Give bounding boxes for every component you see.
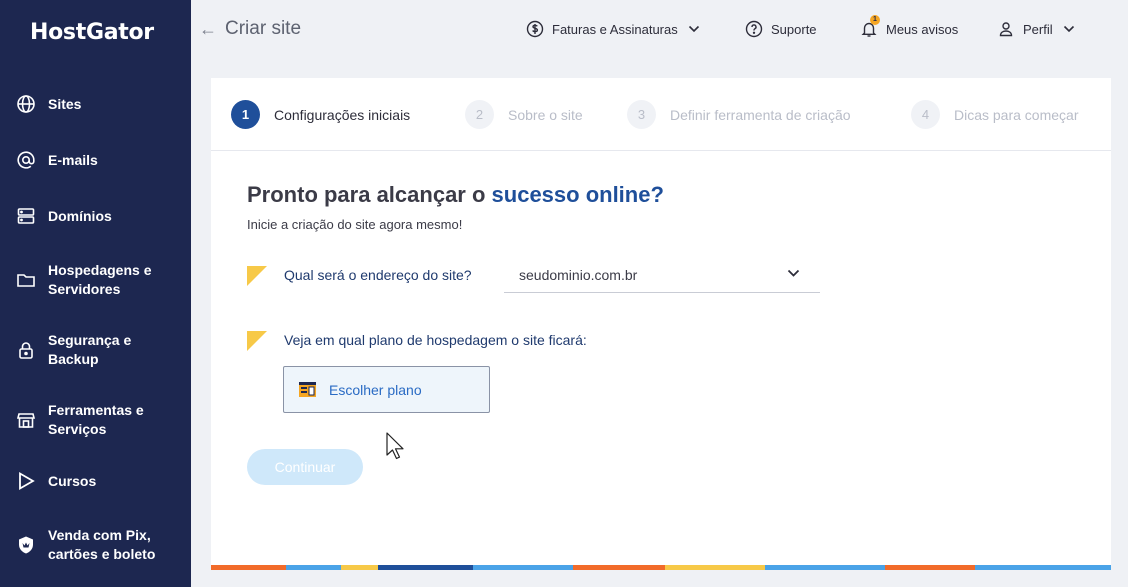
chevron-down-icon	[688, 25, 699, 33]
notification-badge: 1	[870, 15, 880, 25]
play-icon	[16, 471, 36, 491]
shield-icon	[16, 535, 36, 555]
support-link[interactable]: Suporte	[745, 20, 817, 38]
profile-label: Perfil	[1023, 21, 1053, 37]
choose-plan-button[interactable]: Escolher plano	[283, 366, 490, 413]
sidebar-item-label: Domínios	[48, 207, 112, 224]
sidebar-item-label: Venda com Pix, cartões e boleto	[48, 527, 156, 562]
hostgator-logo[interactable]: HostGator	[30, 20, 154, 45]
sidebar-item-label: Cursos	[48, 472, 97, 489]
back-button[interactable]: ← Criar site	[199, 18, 301, 40]
billing-menu[interactable]: Faturas e Assinaturas	[526, 20, 708, 38]
step-number: 2	[465, 100, 494, 129]
subtitle: Inicie a criação do site agora mesmo!	[247, 217, 463, 232]
support-label: Suporte	[771, 21, 817, 37]
sidebar-item-ferramentas[interactable]: Ferramentas e Serviços	[0, 400, 191, 440]
sidebar-item-emails[interactable]: E-mails	[0, 150, 191, 170]
top-bar: ← Criar site Faturas e Assinaturas Supor…	[191, 0, 1128, 62]
sidebar-item-seguranca[interactable]: Segurança e Backup	[0, 330, 191, 370]
lock-icon	[16, 340, 36, 360]
choose-plan-label: Escolher plano	[329, 381, 422, 398]
step-number: 1	[231, 100, 260, 129]
dollar-circle-icon	[526, 20, 544, 38]
sidebar-item-label: Segurança e Backup	[48, 332, 132, 367]
user-icon	[999, 22, 1013, 37]
mouse-cursor-icon	[386, 432, 404, 460]
create-site-card: 1 Configurações iniciais 2 Sobre o site …	[211, 78, 1111, 570]
domain-question: Qual será o endereço do site?	[284, 267, 472, 283]
chevron-down-icon	[1063, 25, 1074, 33]
profile-menu[interactable]: Perfil	[997, 20, 1083, 38]
server-icon	[16, 206, 36, 226]
stepper: 1 Configurações iniciais 2 Sobre o site …	[211, 78, 1111, 151]
help-circle-icon	[745, 20, 763, 38]
step-label: Definir ferramenta de criação	[670, 106, 851, 123]
sidebar-item-label: Hospedagens e Servidores	[48, 262, 152, 297]
headline-text: Pronto para alcançar o	[247, 182, 492, 207]
notices-link[interactable]: 1 Meus avisos	[860, 15, 959, 38]
step-number: 3	[627, 100, 656, 129]
step-number: 4	[911, 100, 940, 129]
bell-icon: 1	[860, 15, 880, 38]
decorative-stripe	[211, 565, 1111, 570]
flag-icon	[247, 266, 267, 286]
chevron-down-icon	[787, 269, 800, 277]
plan-question: Veja em qual plano de hospedagem o site …	[284, 332, 587, 348]
sidebar-item-label: E-mails	[48, 151, 98, 168]
step-configuracoes-iniciais[interactable]: 1 Configurações iniciais	[231, 100, 410, 129]
page-title: Criar site	[225, 18, 302, 39]
sidebar-item-venda-pix[interactable]: Venda com Pix, cartões e boleto	[0, 525, 191, 565]
store-icon	[16, 410, 36, 430]
sidebar-item-sites[interactable]: Sites	[0, 94, 191, 114]
step-dicas-para-comecar[interactable]: 4 Dicas para começar	[911, 100, 1079, 129]
sidebar-item-hospedagens[interactable]: Hospedagens e Servidores	[0, 260, 191, 300]
domain-select-value: seudominio.com.br	[519, 267, 638, 283]
arrow-left-icon: ←	[199, 18, 217, 39]
step-label: Sobre o site	[508, 106, 583, 123]
folder-icon	[16, 270, 36, 290]
sidebar-item-label: Sites	[48, 95, 82, 112]
headline: Pronto para alcançar o sucesso online?	[247, 182, 664, 208]
sidebar-item-dominios[interactable]: Domínios	[0, 206, 191, 226]
flag-icon	[247, 331, 267, 351]
sidebar: HostGator Sites E-mails Domínios Hospeda…	[0, 0, 191, 587]
continue-button[interactable]: Continuar	[247, 449, 363, 485]
step-definir-ferramenta[interactable]: 3 Definir ferramenta de criação	[627, 100, 851, 129]
headline-highlight: sucesso online?	[491, 182, 664, 207]
step-label: Configurações iniciais	[274, 106, 411, 123]
step-sobre-o-site[interactable]: 2 Sobre o site	[465, 100, 583, 129]
domain-select[interactable]: seudominio.com.br	[504, 258, 820, 293]
step-label: Dicas para começar	[954, 106, 1079, 123]
notices-label: Meus avisos	[886, 21, 959, 37]
hosting-plan-icon	[299, 382, 316, 397]
at-icon	[16, 150, 36, 170]
billing-label: Faturas e Assinaturas	[552, 21, 678, 37]
sidebar-item-cursos[interactable]: Cursos	[0, 471, 191, 491]
globe-icon	[16, 94, 36, 114]
sidebar-item-label: Ferramentas e Serviços	[48, 402, 144, 437]
